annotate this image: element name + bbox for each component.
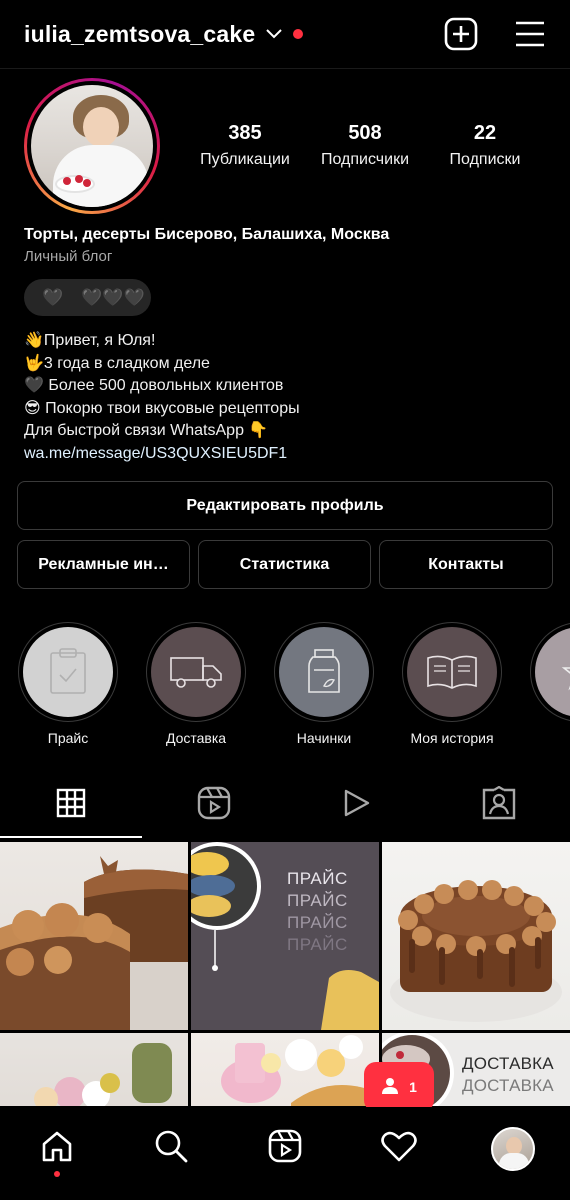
contacts-button[interactable]: Контакты xyxy=(379,540,553,589)
stat-value: 22 xyxy=(473,122,497,144)
heart-emoji: 🖤 xyxy=(42,287,64,307)
bio-line: 🤟3 года в сладком деле xyxy=(24,354,210,372)
reels-icon xyxy=(197,786,231,825)
open-book-icon xyxy=(407,627,497,717)
follower-icon xyxy=(381,1077,399,1098)
price-lines: ПРАЙС ПРАЙС ПРАЙС ПРАЙС xyxy=(287,868,348,956)
stat-label: Публикации xyxy=(200,151,290,168)
delivery-truck-icon xyxy=(151,627,241,717)
chevron-down-icon[interactable] xyxy=(265,25,283,43)
username-title[interactable]: iulia_zemtsova_cake xyxy=(24,21,255,48)
nav-search[interactable] xyxy=(141,1119,201,1179)
highlight-label: В xyxy=(528,730,570,746)
jar-icon xyxy=(279,627,369,717)
stat-following[interactable]: 22 Подписки xyxy=(430,122,540,169)
edit-profile-button[interactable]: Редактировать профиль xyxy=(17,481,553,530)
home-notification-dot xyxy=(54,1170,60,1177)
profile-tabs xyxy=(0,772,570,838)
bio-line: 🖤 Более 500 довольных клиентов xyxy=(24,377,284,395)
tab-reels[interactable] xyxy=(143,772,286,838)
header-divider xyxy=(0,68,570,69)
post-thumbnail[interactable] xyxy=(0,842,188,1030)
highlight-delivery[interactable]: Доставка xyxy=(144,622,248,746)
stat-posts[interactable]: 385 Публикации xyxy=(190,122,300,169)
new-post-icon[interactable] xyxy=(444,17,478,51)
post-price-cover[interactable]: ПРАЙС ПРАЙС ПРАЙС ПРАЙС xyxy=(191,842,379,1030)
clipboard-check-icon xyxy=(23,627,113,717)
nav-reels[interactable] xyxy=(255,1119,315,1179)
profile-stats: 385 Публикации 508 Подписчики 22 Подписк… xyxy=(190,122,540,169)
highlight-my-story[interactable]: Моя история xyxy=(400,622,504,746)
stat-value: 508 xyxy=(348,122,382,144)
profile-avatar xyxy=(491,1126,535,1171)
nav-activity[interactable] xyxy=(369,1119,429,1179)
bio-line: Для быстрой связи WhatsApp 👇 xyxy=(24,422,269,440)
reels-icon xyxy=(268,1129,302,1168)
search-icon xyxy=(154,1129,188,1168)
price-line: ПРАЙС xyxy=(287,913,348,932)
tab-video[interactable] xyxy=(285,772,428,838)
posts-grid: ПРАЙС ПРАЙС ПРАЙС ПРАЙС ДОСТАВКА ДОСТАВК… xyxy=(0,842,570,1106)
tab-tagged[interactable] xyxy=(428,772,570,838)
profile-category: Личный блог xyxy=(24,248,113,265)
tagged-icon xyxy=(482,785,516,825)
ad-tools-button[interactable]: Рекламные ин… xyxy=(17,540,190,589)
delivery-line: ДОСТАВКА xyxy=(462,1054,554,1073)
account-notification-dot xyxy=(293,29,304,39)
highlight-label: Моя история xyxy=(410,730,494,746)
menu-icon[interactable] xyxy=(514,20,546,48)
profile-avatar-story-ring[interactable] xyxy=(24,78,160,214)
highlight-fillings[interactable]: Начинки xyxy=(272,622,376,746)
home-icon xyxy=(40,1129,74,1168)
price-line: ПРАЙС xyxy=(287,869,348,888)
profile-name: Торты, десерты Бисерово, Балашиха, Москв… xyxy=(24,226,390,243)
insights-button[interactable]: Статистика xyxy=(198,540,371,589)
bio-line: 👋Привет, я Юля! xyxy=(24,332,156,349)
bio-line: 😎 Покорю твои вкусовые рецепторы xyxy=(24,399,300,417)
nav-profile[interactable] xyxy=(483,1119,543,1179)
highlight-label: Начинки xyxy=(296,730,352,746)
highlight-price[interactable]: Прайс xyxy=(16,622,120,746)
hearts-pill[interactable]: 🖤 🖤🖤🖤 xyxy=(24,279,151,316)
top-bar: iulia_zemtsova_cake xyxy=(0,0,570,68)
tab-grid[interactable] xyxy=(0,772,143,838)
bio-text: 👋Привет, я Юля! 🤟3 года в сладком деле 🖤… xyxy=(24,330,300,466)
highlight-label: Прайс xyxy=(47,730,89,746)
notification-count: 1 xyxy=(409,1079,417,1095)
price-line: ПРАЙС xyxy=(287,935,348,954)
star-icon xyxy=(535,627,570,717)
highlight-label: Доставка xyxy=(165,730,227,746)
delivery-lines: ДОСТАВКА ДОСТАВКА xyxy=(462,1053,554,1097)
post-thumbnail[interactable] xyxy=(382,842,570,1030)
post-thumbnail[interactable] xyxy=(191,1033,379,1106)
profile-avatar xyxy=(31,85,153,207)
grid-icon xyxy=(56,788,86,823)
post-thumbnail[interactable] xyxy=(0,1033,188,1106)
nav-home[interactable] xyxy=(27,1119,87,1179)
story-highlights: Прайс Доставка Начинки Моя история В xyxy=(16,622,570,752)
stat-value: 385 xyxy=(228,122,262,144)
video-icon xyxy=(341,788,371,823)
stat-label: Подписки xyxy=(449,151,521,168)
highlight-partial[interactable]: В xyxy=(528,622,570,746)
price-line: ПРАЙС xyxy=(287,891,348,910)
activity-notification-badge[interactable]: 1 xyxy=(364,1062,434,1112)
top-actions xyxy=(444,17,546,51)
stat-label: Подписчики xyxy=(320,151,409,168)
heart-emoji-group: 🖤🖤🖤 xyxy=(81,287,145,307)
heart-icon xyxy=(381,1130,417,1167)
delivery-line: ДОСТАВКА xyxy=(462,1076,554,1095)
stat-followers[interactable]: 508 Подписчики xyxy=(310,122,420,169)
bio-link[interactable]: wa.me/message/US3QUXSIEU5DF1 xyxy=(24,443,300,466)
bottom-navigation xyxy=(0,1107,570,1200)
